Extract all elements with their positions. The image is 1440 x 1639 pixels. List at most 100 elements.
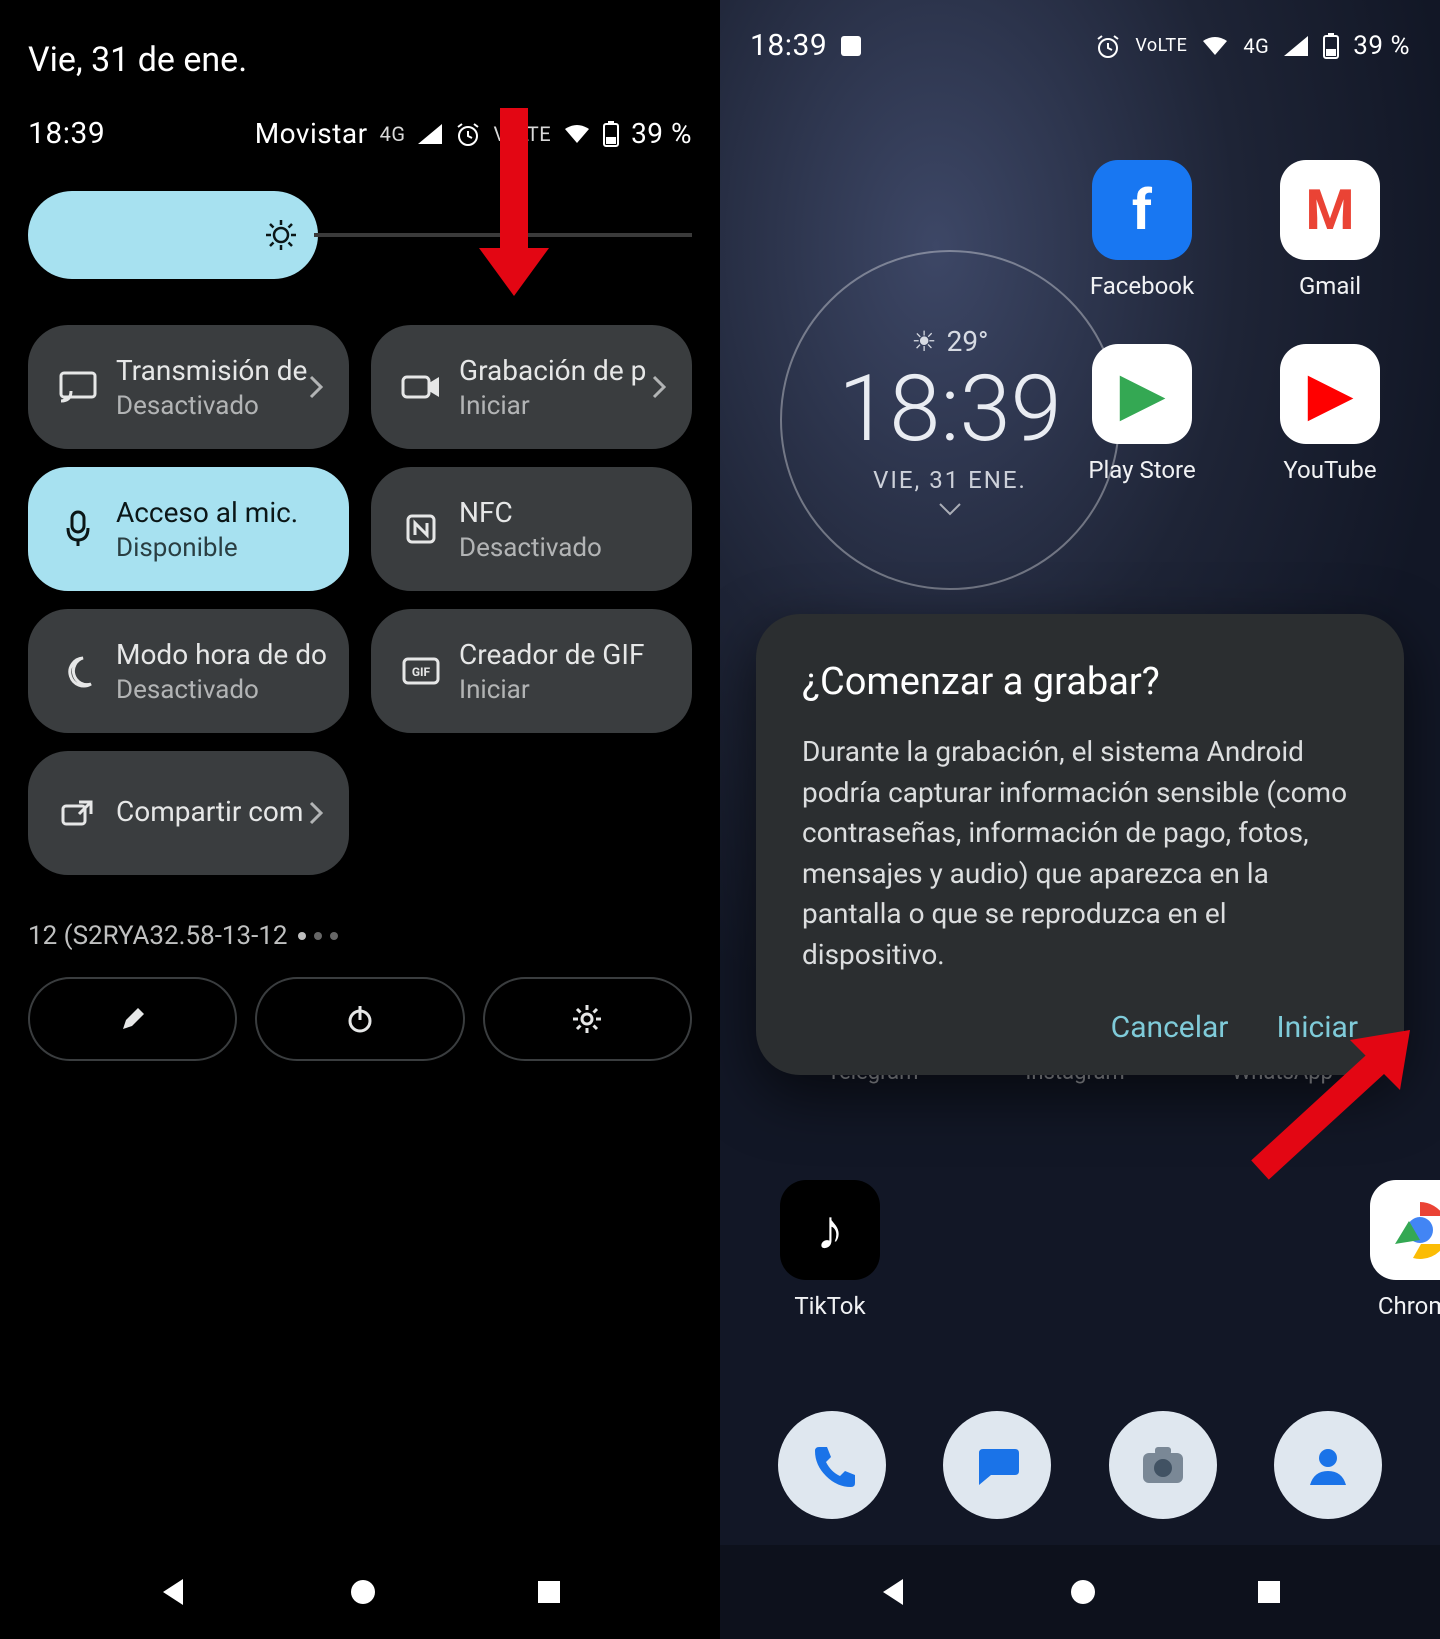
tile-subtitle: Disponible bbox=[116, 533, 327, 563]
dock bbox=[720, 1411, 1440, 1519]
qs-tile-nfc[interactable]: NFC Desactivado bbox=[371, 467, 692, 591]
widget-temp: 29° bbox=[947, 325, 989, 358]
dialog-body: Durante la grabación, el sistema Android… bbox=[802, 732, 1358, 976]
nfc-icon bbox=[399, 513, 443, 545]
build-label: 12 (S2RYA32.58-13-12 bbox=[28, 921, 288, 951]
alarm-icon bbox=[455, 121, 481, 147]
qs-tile-gif[interactable]: GIF Creador de GIF Iniciar bbox=[371, 609, 692, 733]
cast-icon bbox=[56, 371, 100, 403]
power-button[interactable] bbox=[255, 977, 464, 1061]
weather-sun-icon: ☀ bbox=[911, 325, 936, 358]
battery-percent: 39 % bbox=[631, 117, 692, 150]
tile-subtitle: Iniciar bbox=[459, 675, 670, 705]
app-label: TikTok bbox=[794, 1292, 865, 1320]
qs-tile-share[interactable]: Compartir com bbox=[28, 751, 349, 875]
brightness-slider[interactable] bbox=[28, 191, 692, 279]
volte-icon: VoLTE bbox=[1135, 35, 1187, 56]
dialog-title: ¿Comenzar a grabar? bbox=[802, 660, 1358, 704]
app-tiktok[interactable]: ♪ TikTok bbox=[780, 1180, 880, 1320]
share-icon bbox=[56, 798, 100, 828]
signal-icon bbox=[417, 123, 443, 145]
battery-icon bbox=[603, 121, 619, 147]
signal-icon bbox=[1283, 35, 1309, 57]
screenrecord-indicator-icon bbox=[839, 34, 863, 58]
carrier-label: Movistar bbox=[255, 117, 368, 150]
facebook-icon: f bbox=[1092, 160, 1192, 260]
dock-phone[interactable] bbox=[778, 1411, 886, 1519]
dialog-cancel-button[interactable]: Cancelar bbox=[1111, 1010, 1229, 1045]
playstore-icon: ▶ bbox=[1092, 344, 1192, 444]
chrome-icon bbox=[1370, 1180, 1440, 1280]
tile-title: Grabación de p bbox=[459, 354, 652, 387]
gmail-icon: M bbox=[1280, 160, 1380, 260]
wifi-icon bbox=[1201, 35, 1229, 57]
nav-bar bbox=[0, 1545, 720, 1639]
app-youtube[interactable]: ▶ YouTube bbox=[1254, 344, 1406, 484]
mic-icon bbox=[56, 510, 100, 548]
qs-tile-cast[interactable]: Transmisión deDesactivado bbox=[28, 325, 349, 449]
nav-bar bbox=[720, 1545, 1440, 1639]
qs-tile-mic[interactable]: Acceso al mic. Disponible bbox=[28, 467, 349, 591]
nav-home[interactable] bbox=[1068, 1577, 1098, 1607]
app-label: Gmail bbox=[1299, 272, 1361, 300]
bedtime-icon bbox=[56, 654, 100, 688]
dock-contacts[interactable] bbox=[1274, 1411, 1382, 1519]
app-label: Play Store bbox=[1088, 456, 1195, 484]
status-bar: 18:39 Movistar 4G VoLTE 39 % bbox=[28, 116, 692, 151]
dock-camera[interactable] bbox=[1109, 1411, 1217, 1519]
widget-time: 18:39 bbox=[838, 364, 1061, 456]
tiktok-icon: ♪ bbox=[780, 1180, 880, 1280]
record-icon bbox=[399, 373, 443, 401]
nav-back[interactable] bbox=[877, 1575, 911, 1609]
svg-text:GIF: GIF bbox=[412, 665, 431, 679]
wifi-icon bbox=[563, 123, 591, 145]
status-bar: 18:39 VoLTE 4G 39 % bbox=[720, 0, 1440, 63]
app-chrome[interactable]: Chrome bbox=[1370, 1180, 1440, 1320]
tile-subtitle: Desactivado bbox=[116, 675, 327, 705]
app-label: Facebook bbox=[1090, 272, 1194, 300]
panel-date: Vie, 31 de ene. bbox=[28, 40, 692, 80]
app-gmail[interactable]: M Gmail bbox=[1254, 160, 1406, 300]
chevron-right-icon bbox=[309, 801, 327, 825]
nav-recent[interactable] bbox=[1255, 1578, 1283, 1606]
network-label: 4G bbox=[380, 122, 406, 146]
chevron-right-icon bbox=[309, 375, 327, 399]
dock-messages[interactable] bbox=[943, 1411, 1051, 1519]
status-time: 18:39 bbox=[28, 116, 105, 151]
tile-title: Acceso al mic. bbox=[116, 496, 327, 529]
nav-home[interactable] bbox=[348, 1577, 378, 1607]
status-time: 18:39 bbox=[750, 28, 827, 63]
tile-title: NFC bbox=[459, 496, 670, 529]
youtube-icon: ▶ bbox=[1280, 344, 1380, 444]
tile-subtitle: Desactivado bbox=[459, 533, 670, 563]
gif-icon: GIF bbox=[399, 657, 443, 685]
nav-recent[interactable] bbox=[535, 1578, 563, 1606]
alarm-icon bbox=[1095, 33, 1121, 59]
brightness-icon bbox=[264, 218, 298, 252]
page-indicator bbox=[298, 932, 338, 940]
dialog-start-button[interactable]: Iniciar bbox=[1276, 1010, 1358, 1045]
battery-icon bbox=[1323, 33, 1339, 59]
nav-back[interactable] bbox=[157, 1575, 191, 1609]
volte-icon: VoLTE bbox=[493, 122, 551, 146]
battery-percent: 39 % bbox=[1353, 31, 1410, 61]
tile-title: Creador de GIF bbox=[459, 638, 670, 671]
app-play-store[interactable]: ▶ Play Store bbox=[1066, 344, 1218, 484]
tile-title: Modo hora de dor bbox=[116, 638, 327, 671]
chevron-right-icon bbox=[652, 375, 670, 399]
app-facebook[interactable]: f Facebook bbox=[1066, 160, 1218, 300]
tile-title: Transmisión de bbox=[116, 354, 309, 387]
app-label: YouTube bbox=[1283, 456, 1376, 484]
record-confirm-dialog: ¿Comenzar a grabar? Durante la grabación… bbox=[756, 614, 1404, 1075]
qs-tile-bedtime[interactable]: Modo hora de dor Desactivado bbox=[28, 609, 349, 733]
chevron-down-icon bbox=[938, 502, 962, 516]
edit-tiles-button[interactable] bbox=[28, 977, 237, 1061]
widget-date: VIE, 31 ENE. bbox=[873, 466, 1027, 494]
qs-tile-record[interactable]: Grabación de p Iniciar bbox=[371, 325, 692, 449]
tile-title: Compartir com bbox=[116, 795, 309, 828]
app-label: Chrome bbox=[1378, 1292, 1440, 1320]
settings-button[interactable] bbox=[483, 977, 692, 1061]
quick-settings-panel: Vie, 31 de ene. 18:39 Movistar 4G VoLTE … bbox=[0, 0, 720, 1639]
tile-subtitle: Iniciar bbox=[459, 391, 652, 421]
home-screen: 18:39 VoLTE 4G 39 % ☀ 29° 18:39 VIE, 31 E… bbox=[720, 0, 1440, 1639]
